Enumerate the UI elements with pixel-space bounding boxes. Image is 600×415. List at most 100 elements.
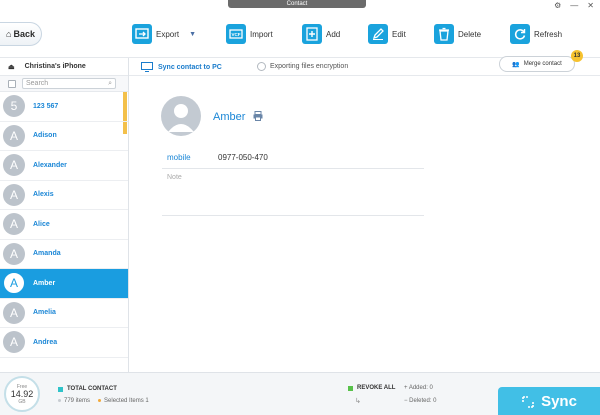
avatar: A xyxy=(3,183,25,206)
add-contact-icon xyxy=(302,24,322,44)
list-item[interactable]: 5 123 567 xyxy=(0,92,128,122)
storage-gauge: Free 14.92 GB xyxy=(4,376,40,412)
divider xyxy=(162,168,424,169)
refresh-label: Refresh xyxy=(534,29,563,39)
avatar: A xyxy=(3,331,25,354)
encryption-radio[interactable] xyxy=(257,62,266,71)
divider xyxy=(162,215,424,216)
contact-name: Alexis xyxy=(33,191,54,199)
avatar: A xyxy=(3,272,25,295)
home-icon: ⌂ xyxy=(6,29,12,39)
total-contact: TOTAL CONTACT xyxy=(58,386,117,392)
eject-icon[interactable]: ⏏ xyxy=(8,63,15,71)
deleted-count: − Deleted: 0 xyxy=(404,398,437,404)
avatar: A xyxy=(3,242,25,265)
refresh-button[interactable]: Refresh xyxy=(510,22,562,46)
avatar: A xyxy=(3,154,25,177)
sync-to-pc-button[interactable]: Sync contact to PC xyxy=(141,62,222,72)
contact-name: Amber xyxy=(33,279,56,287)
import-label: Import xyxy=(250,29,273,39)
search-input[interactable]: Search ⌕ xyxy=(22,78,116,89)
encryption-option[interactable]: Exporting files encryption xyxy=(257,62,348,71)
items-count: 779 items xyxy=(58,398,90,404)
chevron-down-icon[interactable]: ▼ xyxy=(189,31,196,38)
action-subbar: Sync contact to PC Exporting files encry… xyxy=(129,50,600,76)
total-square-icon xyxy=(58,386,63,392)
import-button[interactable]: VCF Import xyxy=(226,22,273,46)
edit-pencil-icon xyxy=(368,24,388,44)
free-unit: GB xyxy=(18,398,26,405)
revoke-label: REVOKE ALL xyxy=(357,385,396,391)
search-placeholder: Search xyxy=(26,80,49,87)
avatar: A xyxy=(3,124,25,147)
monitor-icon xyxy=(141,62,153,72)
device-selector[interactable]: ⏏ Christina's iPhone xyxy=(0,58,128,76)
export-button[interactable]: Export ▼ xyxy=(132,22,196,46)
list-item[interactable]: A Alexis xyxy=(0,181,128,210)
search-row: Search ⌕ xyxy=(0,76,128,92)
list-item[interactable]: A Alice xyxy=(0,210,128,240)
contact-name: Andrea xyxy=(33,338,58,346)
contact-name: Alexander xyxy=(33,161,67,169)
toolbar: ⌂ Back Export ▼ VCF Import Add Edit Dele… xyxy=(0,8,600,58)
item-counts: 779 items Selected Items 1 xyxy=(58,398,149,404)
contact-avatar xyxy=(161,96,201,136)
return-arrow-icon: ↳ xyxy=(355,398,361,405)
export-icon xyxy=(132,24,152,44)
delete-label: Delete xyxy=(458,29,482,39)
list-item[interactable]: A Andrea xyxy=(0,328,128,358)
import-vcf-icon: VCF xyxy=(226,24,246,44)
list-item[interactable]: A Amelia xyxy=(0,299,128,328)
search-icon: ⌕ xyxy=(108,79,112,87)
total-label: TOTAL CONTACT xyxy=(67,386,117,392)
list-item-selected[interactable]: A Amber xyxy=(0,269,128,299)
merge-contact-button[interactable]: 👥 Merge contact xyxy=(499,56,575,72)
contacts-sidebar: ⏏ Christina's iPhone Search ⌕ 5 123 567 A… xyxy=(0,58,129,372)
select-all-checkbox[interactable] xyxy=(8,79,16,88)
edit-button[interactable]: Edit xyxy=(368,22,406,46)
selected-dot-icon xyxy=(98,398,102,402)
sync-icon xyxy=(522,395,534,408)
mobile-label: mobile xyxy=(167,153,191,162)
items-dot-icon xyxy=(58,398,61,402)
merge-count-badge: 13 xyxy=(571,50,583,62)
contact-name: Alice xyxy=(33,220,50,228)
free-value: 14.92 xyxy=(10,388,34,399)
person-icon xyxy=(168,104,194,132)
window-title: Contact xyxy=(228,0,366,8)
avatar: A xyxy=(3,301,25,324)
revoke-all-button[interactable]: REVOKE ALL xyxy=(348,385,395,391)
selected-count: Selected Items 1 xyxy=(98,398,149,404)
list-item[interactable]: A Adison xyxy=(0,122,128,151)
merge-label: Merge contact xyxy=(523,61,562,67)
add-button[interactable]: Add xyxy=(302,22,340,46)
list-item[interactable]: A Alexander xyxy=(0,151,128,181)
trash-icon xyxy=(434,24,454,44)
delete-button[interactable]: Delete xyxy=(434,22,481,46)
list-item[interactable]: A Amanda xyxy=(0,240,128,269)
back-button[interactable]: ⌂ Back xyxy=(0,22,42,46)
refresh-icon xyxy=(510,24,530,44)
sync-button[interactable]: Sync xyxy=(498,387,600,415)
merge-people-icon: 👥 xyxy=(512,61,520,68)
status-bar: Free 14.92 GB TOTAL CONTACT 779 items Se… xyxy=(0,372,600,415)
contact-name-heading: Amber xyxy=(213,111,246,123)
note-field[interactable]: Note xyxy=(167,174,182,181)
sync-label: Sync xyxy=(541,393,577,410)
contact-name: Amanda xyxy=(33,250,61,258)
contact-detail: Amber mobile 0977-050-470 Note xyxy=(129,76,600,372)
edit-label: Edit xyxy=(392,29,406,39)
back-label: Back xyxy=(13,29,35,39)
mobile-value: 0977-050-470 xyxy=(218,153,268,162)
revoke-square-icon xyxy=(348,385,353,391)
avatar: 5 xyxy=(3,95,25,118)
export-label: Export xyxy=(156,29,180,39)
avatar: A xyxy=(3,213,25,236)
contact-list: 5 123 567 A Adison A Alexander A Alexis A Ali… xyxy=(0,92,128,372)
import-icon-badge: VCF xyxy=(232,32,241,37)
print-icon[interactable] xyxy=(253,111,263,121)
added-count: + Added: 0 xyxy=(404,385,433,391)
contact-name: 123 567 xyxy=(33,102,59,110)
device-name: Christina's iPhone xyxy=(24,63,86,70)
contact-name: Amelia xyxy=(33,309,56,317)
